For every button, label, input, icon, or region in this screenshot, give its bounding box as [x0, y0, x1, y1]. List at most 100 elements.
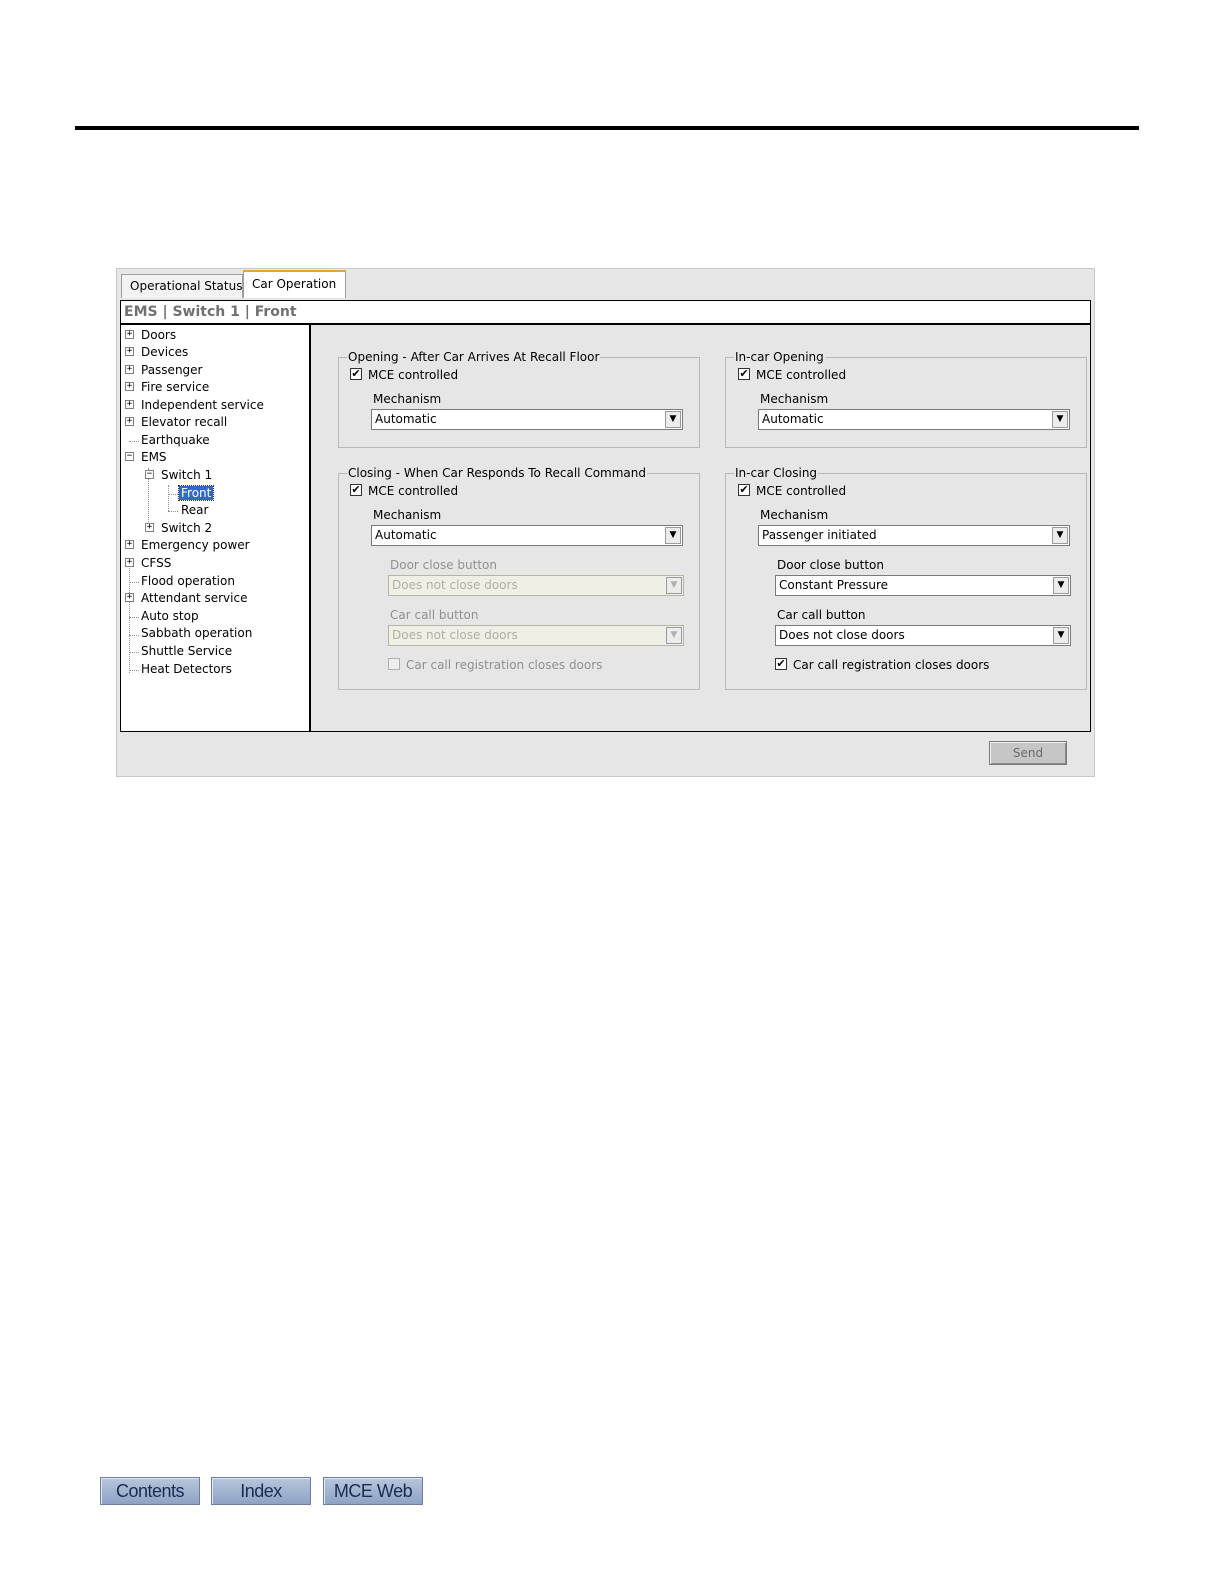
tree-item-label: Fire service — [141, 380, 210, 394]
expand-icon[interactable]: + — [125, 347, 134, 356]
checkbox-label: MCE controlled — [368, 368, 459, 382]
field-label: Mechanism — [760, 508, 829, 522]
checkbox-label: MCE controlled — [756, 484, 847, 498]
expand-icon[interactable]: + — [145, 523, 154, 532]
tab-operational-status[interactable]: Operational Status — [121, 274, 243, 298]
tree-item-label: Switch 2 — [161, 521, 213, 535]
tree-item-label: Devices — [141, 345, 189, 359]
contents-button[interactable]: Contents — [100, 1477, 200, 1505]
incar-closing-car-call-select[interactable]: Does not close doors ▼ — [775, 625, 1071, 646]
tree-connector — [168, 511, 178, 512]
select-value: Passenger initiated — [762, 528, 877, 542]
group-legend: In-car Closing — [735, 466, 818, 480]
tree-item-label: Front — [177, 485, 215, 501]
send-button[interactable]: Send — [989, 741, 1067, 765]
tree-connector — [129, 635, 139, 636]
chevron-down-icon[interactable]: ▼ — [1052, 527, 1068, 544]
incar-closing-registration-checkbox[interactable]: ✔ — [775, 658, 787, 670]
group-legend: Closing - When Car Responds To Recall Co… — [348, 466, 646, 480]
tree-item-label: CFSS — [141, 556, 172, 570]
tree-item-label: Passenger — [141, 363, 203, 377]
expand-icon[interactable]: + — [125, 365, 134, 374]
select-value: Constant Pressure — [779, 578, 889, 592]
expand-icon[interactable]: + — [125, 382, 134, 391]
collapse-icon[interactable]: − — [145, 470, 154, 479]
tree-item-label: Sabbath operation — [141, 626, 253, 640]
chevron-down-icon[interactable]: ▼ — [1053, 577, 1069, 594]
expand-icon[interactable]: + — [125, 330, 134, 339]
field-label: Mechanism — [373, 392, 442, 406]
tree-connector — [129, 582, 139, 583]
main-frame: EMS | Switch 1 | Front + Doors + Devices — [120, 300, 1091, 732]
settings-panel: Opening - After Car Arrives At Recall Fl… — [313, 325, 1090, 731]
top-rule — [75, 126, 1139, 130]
tree-item-front[interactable]: Front — [177, 485, 215, 502]
closing-mechanism-select[interactable]: Automatic ▼ — [371, 525, 683, 546]
incar-closing-mechanism-select[interactable]: Passenger initiated ▼ — [758, 525, 1070, 546]
expand-icon[interactable]: + — [125, 400, 134, 409]
tree-item-label: Rear — [181, 503, 209, 517]
breadcrumb: EMS | Switch 1 | Front — [121, 301, 1090, 325]
checkbox-label: MCE controlled — [756, 368, 847, 382]
navigation-tree: + Doors + Devices + Passenger + Fire ser… — [121, 325, 311, 731]
closing-registration-checkbox — [388, 658, 400, 670]
select-value: Automatic — [762, 412, 824, 426]
tree-connector — [129, 441, 139, 442]
select-value: Does not close doors — [392, 578, 518, 592]
tree-connector — [168, 485, 169, 511]
tree-connector — [129, 670, 139, 671]
checkbox-label: Car call registration closes doors — [793, 658, 990, 672]
field-label: Car call button — [390, 608, 479, 622]
opening-mce-controlled-checkbox[interactable]: ✔ — [350, 368, 362, 380]
field-label: Mechanism — [760, 392, 829, 406]
checkbox-label: Car call registration closes doors — [406, 658, 603, 672]
chevron-down-icon[interactable]: ▼ — [1052, 411, 1068, 428]
expand-icon[interactable]: + — [125, 417, 134, 426]
tree-connector — [129, 652, 139, 653]
tree-item-label: Independent service — [141, 398, 264, 412]
group-legend: In-car Opening — [735, 350, 824, 364]
expand-icon[interactable]: + — [125, 593, 134, 602]
expand-icon[interactable]: + — [125, 540, 134, 549]
tree-item-rear[interactable]: Rear — [181, 502, 208, 519]
chevron-down-icon: ▼ — [666, 627, 682, 644]
tree-connector — [129, 617, 139, 618]
tree-item-label: EMS — [141, 450, 167, 464]
closing-car-call-select: Does not close doors ▼ — [388, 625, 684, 646]
incar-closing-mce-controlled-checkbox[interactable]: ✔ — [738, 484, 750, 496]
tab-bar: Operational Status Car Operation — [117, 269, 1094, 298]
incar-closing-door-close-select[interactable]: Constant Pressure ▼ — [775, 575, 1071, 596]
tree-item-label: Attendant service — [141, 591, 248, 605]
select-value: Automatic — [375, 412, 437, 426]
tree-item-label: Elevator recall — [141, 415, 228, 429]
field-label: Door close button — [777, 558, 884, 572]
app-window: Operational Status Car Operation EMS | S… — [116, 268, 1095, 777]
chevron-down-icon[interactable]: ▼ — [665, 527, 681, 544]
tree-connector — [168, 494, 178, 495]
mce-web-button[interactable]: MCE Web — [323, 1477, 423, 1505]
field-label: Door close button — [390, 558, 497, 572]
index-button[interactable]: Index — [211, 1477, 311, 1505]
opening-mechanism-select[interactable]: Automatic ▼ — [371, 409, 683, 430]
tree-item-label: Flood operation — [141, 574, 235, 588]
expand-icon[interactable]: + — [125, 558, 134, 567]
incar-opening-mechanism-select[interactable]: Automatic ▼ — [758, 409, 1070, 430]
collapse-icon[interactable]: − — [125, 452, 134, 461]
tree-item-label: Doors — [141, 328, 177, 342]
select-value: Does not close doors — [779, 628, 905, 642]
select-value: Automatic — [375, 528, 437, 542]
chevron-down-icon: ▼ — [666, 577, 682, 594]
closing-mce-controlled-checkbox[interactable]: ✔ — [350, 484, 362, 496]
group-legend: Opening - After Car Arrives At Recall Fl… — [348, 350, 600, 364]
tree-item-label: Emergency power — [141, 538, 250, 552]
tree-item-label: Earthquake — [141, 433, 210, 447]
tree-item-label: Auto stop — [141, 609, 199, 623]
incar-opening-mce-controlled-checkbox[interactable]: ✔ — [738, 368, 750, 380]
chevron-down-icon[interactable]: ▼ — [665, 411, 681, 428]
tree-item-label: Heat Detectors — [141, 662, 232, 676]
chevron-down-icon[interactable]: ▼ — [1053, 627, 1069, 644]
tree-item-label: Shuttle Service — [141, 644, 233, 658]
checkbox-label: MCE controlled — [368, 484, 459, 498]
tab-car-operation[interactable]: Car Operation — [243, 270, 346, 298]
select-value: Does not close doors — [392, 628, 518, 642]
